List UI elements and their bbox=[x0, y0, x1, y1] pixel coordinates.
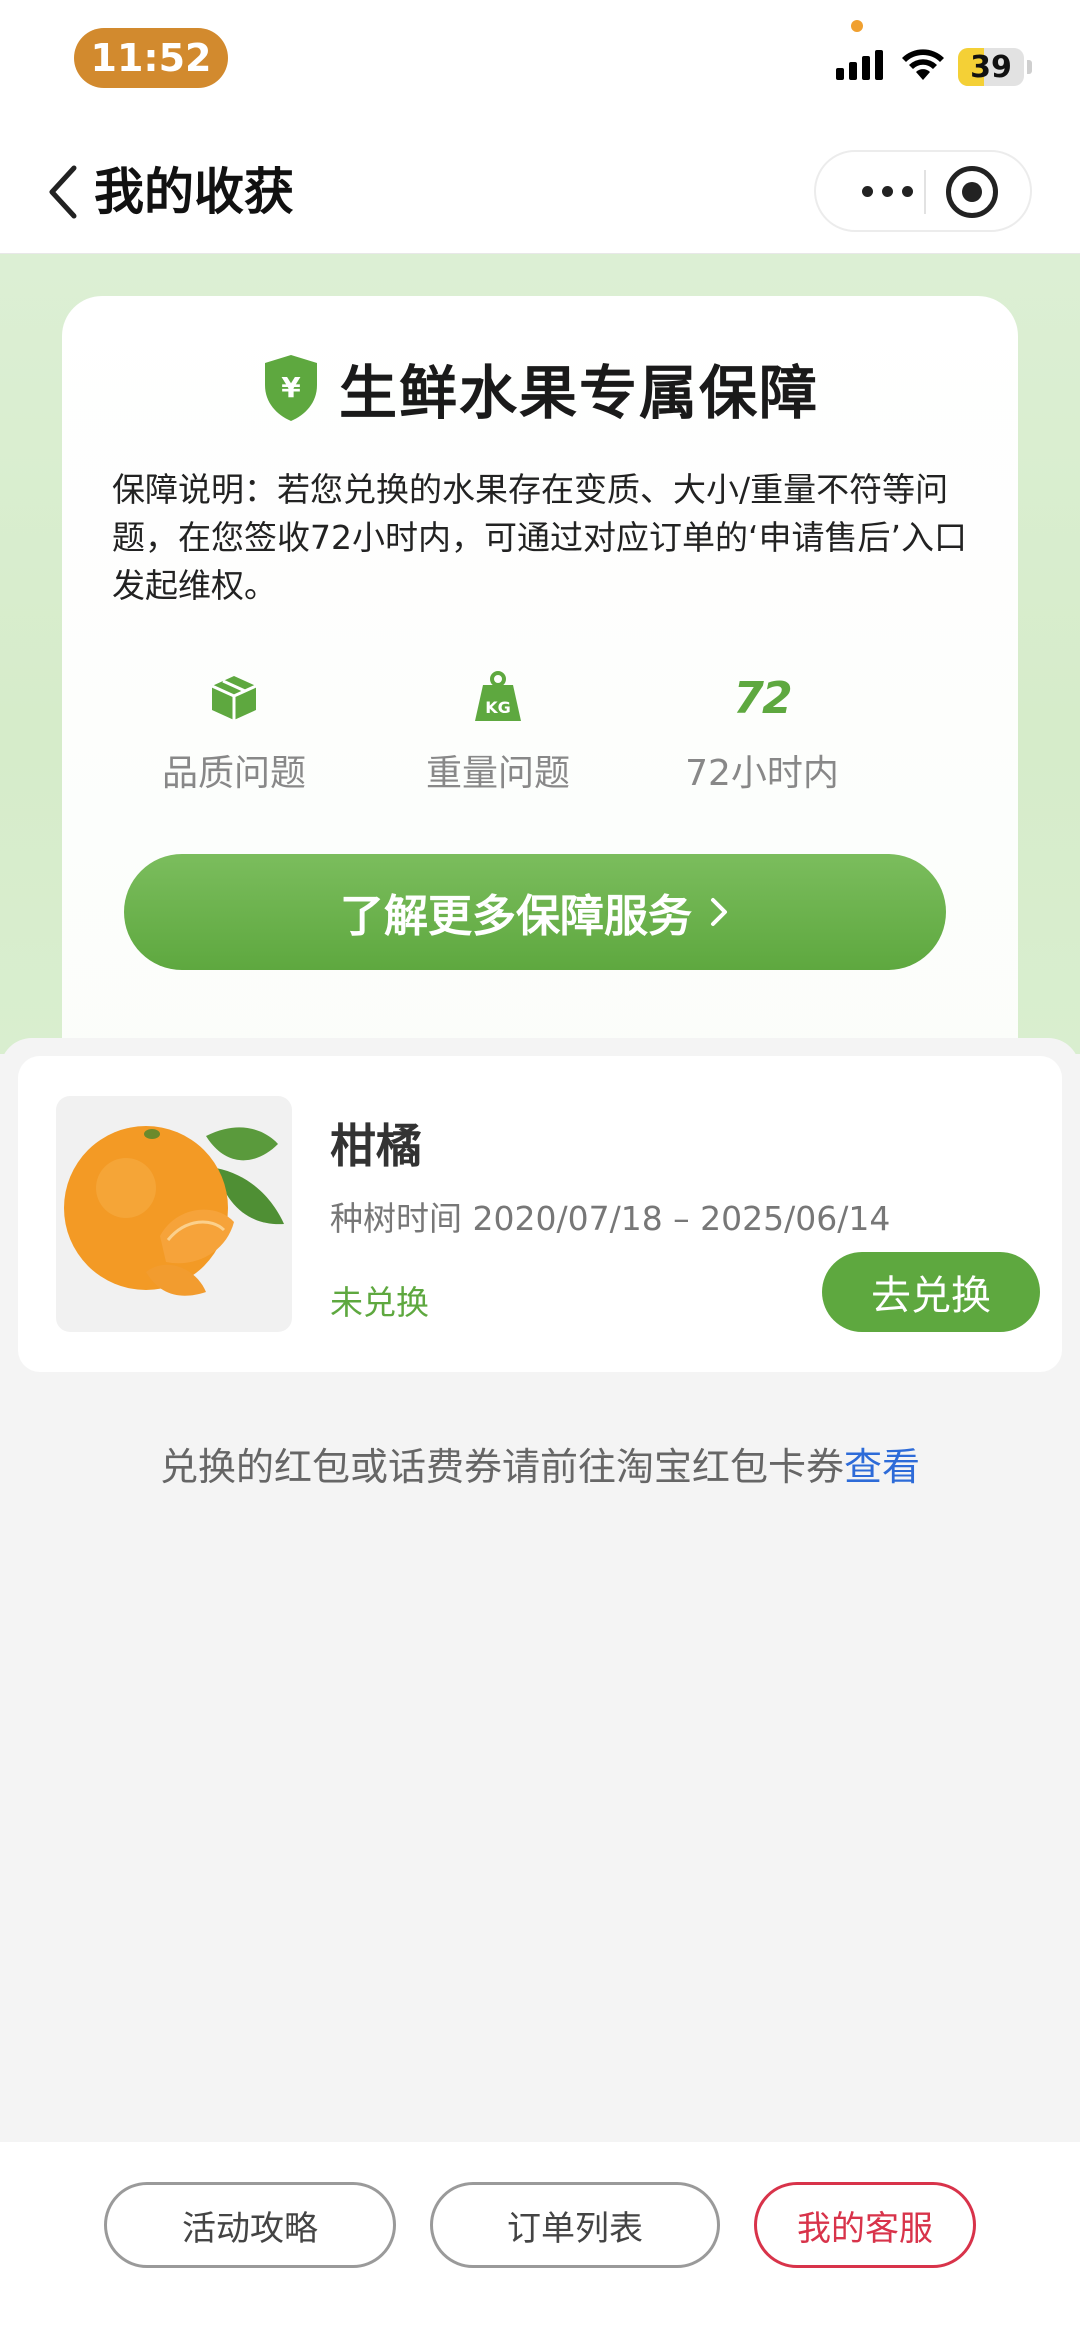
learn-more-label: 了解更多保障服务 bbox=[340, 891, 692, 942]
fruit-item-card: 柑橘 种树时间 2020/07/18 – 2025/06/14 未兑换 去兑换 bbox=[18, 1056, 1062, 1372]
tangerine-image bbox=[56, 1096, 292, 1332]
feature-label: 重量问题 bbox=[425, 753, 570, 794]
weight-kg-text: KG bbox=[485, 698, 511, 717]
capsule-divider bbox=[924, 170, 926, 214]
tangerine-illustration bbox=[64, 1126, 284, 1296]
feature-label: 72小时内 bbox=[685, 753, 839, 794]
guarantee-title-row: ¥ 生鲜水果专属保障 bbox=[62, 346, 1018, 430]
guarantee-description: 保障说明：若您兑换的水果存在变质、大小/重量不符等问题，在您签收72小时内，可通… bbox=[112, 470, 967, 605]
activity-guide-button[interactable]: 活动攻略 bbox=[104, 2182, 396, 2268]
feature-label: 品质问题 bbox=[161, 753, 306, 794]
tip-line: 兑换的红包或话费券请前往淘宝红包卡券查看 bbox=[0, 1436, 1080, 1491]
plant-time: 种树时间 2020/07/18 – 2025/06/14 bbox=[330, 1199, 891, 1238]
shield-yen-icon: ¥ bbox=[264, 355, 317, 421]
tip-text: 兑换的红包或话费券请前往淘宝红包卡券 bbox=[159, 1445, 844, 1489]
battery-cap bbox=[1027, 60, 1032, 74]
guarantee-features: 品质问题 KG 重量问题 72 72小时内 bbox=[62, 668, 1018, 798]
battery-level-text: 39 bbox=[970, 49, 1012, 85]
chevron-left-icon[interactable] bbox=[40, 160, 84, 224]
box-icon bbox=[211, 676, 257, 720]
guarantee-title: 生鲜水果专属保障 bbox=[338, 359, 819, 427]
target-close-icon[interactable] bbox=[946, 166, 998, 218]
order-list-button[interactable]: 订单列表 bbox=[430, 2182, 720, 2268]
customer-service-button[interactable]: 我的客服 bbox=[754, 2182, 976, 2268]
fruit-name: 柑橘 bbox=[330, 1119, 422, 1173]
seventy-two-icon: 72 bbox=[733, 672, 792, 724]
nav-bar: 我的收获 bbox=[0, 130, 1080, 254]
redeem-button[interactable]: 去兑换 bbox=[822, 1252, 1040, 1332]
more-dots-icon[interactable] bbox=[852, 152, 922, 230]
feature-weight: KG 重量问题 bbox=[383, 668, 613, 796]
feature-quality: 品质问题 bbox=[119, 668, 349, 796]
shield-yen-symbol: ¥ bbox=[281, 371, 301, 404]
feature-72h: 72 72小时内 bbox=[647, 668, 877, 796]
status-bar: 11:52 39 bbox=[0, 0, 1080, 130]
page-title: 我的收获 bbox=[94, 163, 294, 221]
battery-icon: 39 bbox=[958, 48, 1024, 86]
status-time: 11:52 bbox=[74, 28, 228, 88]
learn-more-guarantee-button[interactable]: 了解更多保障服务 bbox=[124, 854, 946, 970]
chevron-right-icon bbox=[711, 898, 727, 926]
privacy-indicator-dot bbox=[851, 20, 863, 32]
view-link[interactable]: 查看 bbox=[844, 1445, 920, 1489]
guarantee-card: ¥ 生鲜水果专属保障 保障说明：若您兑换的水果存在变质、大小/重量不符等问题，在… bbox=[62, 296, 1018, 1096]
exchange-status: 未兑换 bbox=[330, 1283, 429, 1322]
bottom-bar: 活动攻略 订单列表 我的客服 bbox=[0, 2142, 1080, 2337]
cellular-signal-icon bbox=[836, 50, 883, 80]
wifi-icon bbox=[902, 49, 944, 80]
mini-program-capsule bbox=[814, 150, 1032, 232]
weight-kg-icon: KG bbox=[475, 671, 521, 721]
